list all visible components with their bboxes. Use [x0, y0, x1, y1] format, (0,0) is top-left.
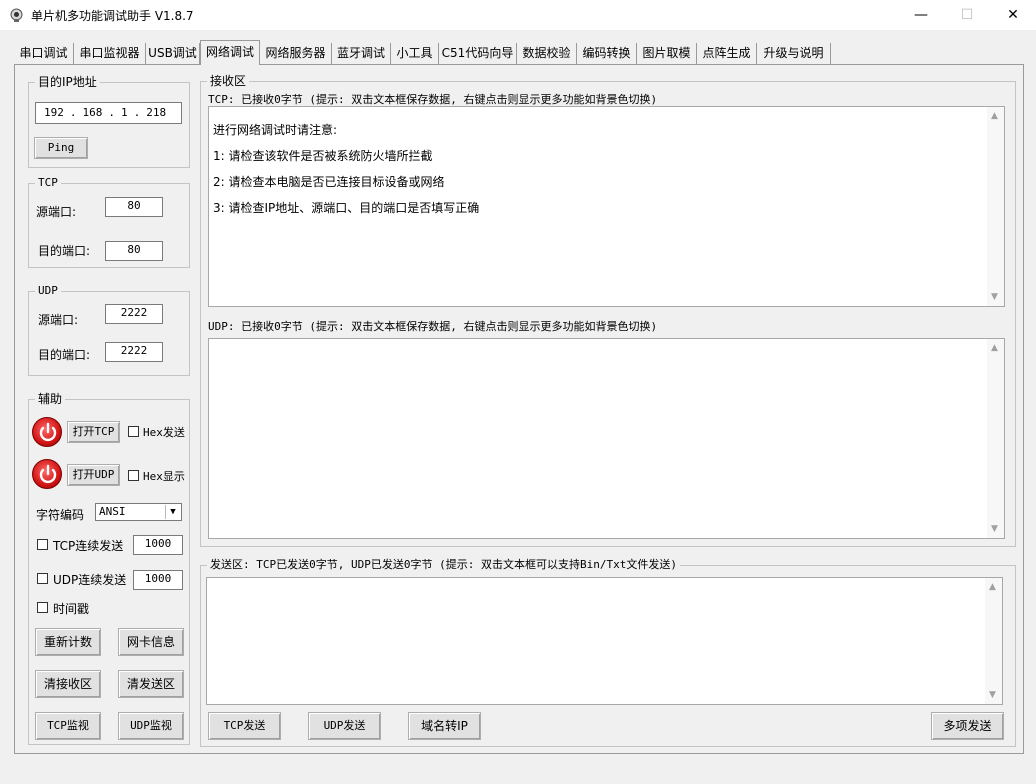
- udp-monitor-button[interactable]: UDP监视: [118, 712, 184, 740]
- scroll-down-icon[interactable]: ▼: [989, 690, 996, 700]
- open-udp-button[interactable]: 打开UDP: [67, 464, 120, 486]
- tab-bluetooth-debug[interactable]: 蓝牙调试: [332, 43, 391, 64]
- tab-usb-debug[interactable]: USB调试: [146, 43, 200, 64]
- udp-src-port-input[interactable]: 2222: [105, 304, 163, 324]
- target-ip-group-title: 目的IP地址: [35, 75, 100, 89]
- tcp-interval-input[interactable]: 1000: [133, 535, 183, 555]
- hex-send-label: Hex发送: [143, 426, 185, 439]
- tab-serial-monitor[interactable]: 串口监视器: [74, 43, 146, 64]
- udp-continuous-checkbox[interactable]: [37, 573, 48, 584]
- tab-image-modulo[interactable]: 图片取模: [637, 43, 697, 64]
- app-logo-icon: [10, 8, 23, 22]
- tcp-continuous-label: TCP连续发送: [53, 539, 124, 553]
- scroll-down-icon[interactable]: ▼: [991, 292, 998, 302]
- udp-receive-textarea[interactable]: ▲ ▼: [208, 338, 1005, 539]
- udp-src-port-label: 源端口:: [38, 313, 79, 327]
- tcp-receive-line-2: 1: 请检查该软件是否被系统防火墙所拦截: [213, 149, 433, 163]
- title-bar: 单片机多功能调试助手 V1.8.7 — ☐ ✕: [0, 0, 1036, 30]
- tcp-src-port-label: 源端口:: [36, 205, 77, 219]
- chevron-down-icon[interactable]: ▼: [165, 505, 180, 519]
- tcp-receive-status: TCP: 已接收0字节 (提示: 双击文本框保存数据, 右键点击则显示更多功能如…: [208, 93, 658, 106]
- tab-data-checksum[interactable]: 数据校验: [517, 43, 577, 64]
- ip-octet-2: 168: [82, 106, 103, 119]
- tcp-receive-textarea[interactable]: 进行网络调试时请注意: 1: 请检查该软件是否被系统防火墙所拦截 2: 请检查本…: [208, 106, 1005, 307]
- window-title: 单片机多功能调试助手 V1.8.7: [31, 9, 194, 23]
- hex-display-label: Hex显示: [143, 470, 185, 483]
- send-group-title: 发送区: TCP已发送0字节, UDP已发送0字节 (提示: 双击文本框可以支持…: [207, 558, 680, 572]
- nic-info-button[interactable]: 网卡信息: [118, 628, 184, 656]
- tcp-src-port-input[interactable]: 80: [105, 197, 163, 217]
- tcp-receive-scrollbar[interactable]: ▲ ▼: [987, 107, 1004, 306]
- udp-interval-input[interactable]: 1000: [133, 570, 183, 590]
- udp-receive-status: UDP: 已接收0字节 (提示: 双击文本框保存数据, 右键点击则显示更多功能如…: [208, 320, 658, 333]
- open-tcp-button[interactable]: 打开TCP: [67, 421, 120, 443]
- scroll-down-icon[interactable]: ▼: [991, 524, 998, 534]
- tab-dot-matrix[interactable]: 点阵生成: [697, 43, 757, 64]
- charset-select[interactable]: ANSI ▼: [95, 503, 182, 521]
- udp-dst-port-label: 目的端口:: [38, 348, 91, 362]
- tcp-send-button[interactable]: TCP发送: [208, 712, 281, 740]
- charset-label: 字符编码: [36, 508, 85, 522]
- tab-small-tools[interactable]: 小工具: [391, 43, 439, 64]
- clear-receive-button[interactable]: 清接收区: [35, 670, 101, 698]
- tcp-dst-port-input[interactable]: 80: [105, 241, 163, 261]
- power-icon: [39, 422, 57, 442]
- aux-group-title: 辅助: [35, 392, 66, 406]
- udp-send-button[interactable]: UDP发送: [308, 712, 381, 740]
- hex-send-checkbox[interactable]: [128, 426, 139, 437]
- scroll-up-icon[interactable]: ▲: [991, 343, 998, 353]
- power-icon: [39, 464, 57, 484]
- timestamp-checkbox[interactable]: [37, 602, 48, 613]
- app-window: 单片机多功能调试助手 V1.8.7 — ☐ ✕ 串口调试 串口监视器 USB调试…: [0, 0, 1036, 784]
- tcp-dst-port-label: 目的端口:: [38, 244, 91, 258]
- send-scrollbar[interactable]: ▲ ▼: [985, 578, 1002, 704]
- tcp-continuous-checkbox[interactable]: [37, 539, 48, 550]
- tcp-monitor-button[interactable]: TCP监视: [35, 712, 101, 740]
- udp-receive-scrollbar[interactable]: ▲ ▼: [987, 339, 1004, 538]
- clear-send-button[interactable]: 清发送区: [118, 670, 184, 698]
- udp-power-icon[interactable]: [32, 459, 62, 489]
- ip-octet-1: 192: [44, 106, 64, 119]
- tcp-group-title: TCP: [35, 176, 61, 190]
- close-button[interactable]: ✕: [990, 0, 1036, 30]
- tab-c51-wizard[interactable]: C51代码向导: [439, 43, 517, 64]
- recount-button[interactable]: 重新计数: [35, 628, 101, 656]
- domain-to-ip-button[interactable]: 域名转IP: [408, 712, 481, 740]
- ip-octet-3: 1: [121, 106, 128, 119]
- hex-display-checkbox[interactable]: [128, 470, 139, 481]
- scroll-up-icon[interactable]: ▲: [989, 582, 996, 592]
- minimize-button[interactable]: —: [898, 0, 944, 30]
- ping-button[interactable]: Ping: [34, 137, 88, 159]
- ip-octet-4: 218: [146, 106, 167, 119]
- charset-value: ANSI: [99, 505, 126, 518]
- tcp-receive-line-1: 进行网络调试时请注意:: [213, 123, 338, 137]
- multi-send-button[interactable]: 多项发送: [931, 712, 1004, 740]
- timestamp-label: 时间戳: [53, 602, 90, 616]
- receive-group-title: 接收区: [207, 74, 250, 88]
- udp-continuous-label: UDP连续发送: [53, 573, 127, 587]
- tab-network-debug[interactable]: 网络调试: [200, 40, 260, 65]
- tab-network-server[interactable]: 网络服务器: [260, 43, 332, 64]
- ip-address-field[interactable]: 192. 168. 1. 218: [35, 102, 182, 124]
- scroll-up-icon[interactable]: ▲: [991, 111, 998, 121]
- send-textarea[interactable]: ▲ ▼: [206, 577, 1003, 705]
- udp-group-title: UDP: [35, 284, 61, 298]
- tcp-power-icon[interactable]: [32, 417, 62, 447]
- udp-dst-port-input[interactable]: 2222: [105, 342, 163, 362]
- tab-upgrade-help[interactable]: 升级与说明: [757, 43, 831, 64]
- tab-serial-debug[interactable]: 串口调试: [14, 43, 74, 64]
- tab-encoding-convert[interactable]: 编码转换: [577, 43, 637, 64]
- maximize-button[interactable]: ☐: [944, 0, 990, 30]
- tcp-receive-line-4: 3: 请检查IP地址、源端口、目的端口是否填写正确: [213, 201, 480, 215]
- tcp-receive-line-3: 2: 请检查本电脑是否已连接目标设备或网络: [213, 175, 445, 189]
